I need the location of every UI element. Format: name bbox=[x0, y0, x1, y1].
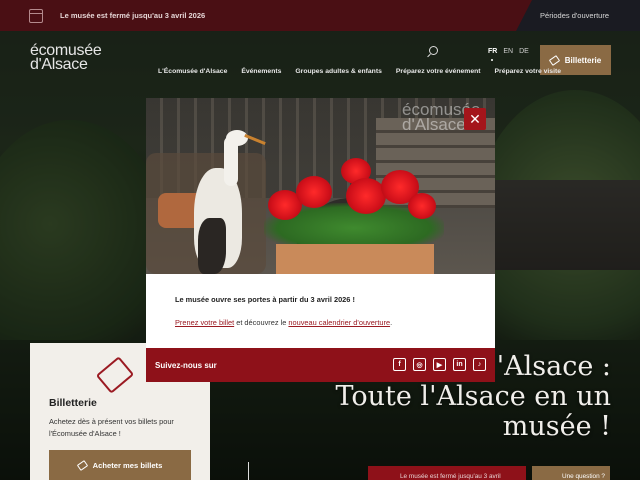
search-icon[interactable] bbox=[429, 46, 438, 55]
modal-title: Le musée ouvre ses portes à partir du 3 … bbox=[175, 295, 355, 304]
calendar-icon bbox=[29, 8, 43, 23]
question-button[interactable]: Une question ? bbox=[532, 466, 610, 480]
nav-item-groupes[interactable]: Groupes adultes & enfants bbox=[295, 68, 382, 75]
hero-line-3: musée ! bbox=[502, 411, 611, 442]
ticket-icon bbox=[76, 459, 88, 471]
ticket-icon bbox=[95, 356, 135, 394]
active-language-indicator bbox=[491, 59, 493, 61]
nav-item-preparez-visite[interactable]: Préparez votre visite bbox=[495, 68, 562, 75]
modal-footer: Suivez-nous sur f ◎ ▶ in ♪ bbox=[146, 348, 495, 382]
facebook-icon[interactable]: f bbox=[393, 358, 406, 371]
image-stork-head bbox=[226, 130, 248, 146]
social-links: f ◎ ▶ in ♪ bbox=[393, 358, 486, 371]
opening-periods-link[interactable]: Périodes d'ouverture bbox=[540, 11, 609, 20]
ticket-icon bbox=[548, 54, 560, 66]
nav-item-preparez-evenement[interactable]: Préparez votre événement bbox=[396, 68, 481, 75]
image-flower bbox=[346, 178, 386, 214]
announcement-modal: écomusée d'Alsace ✕ Le musée ouvre ses p… bbox=[146, 98, 495, 382]
image-flower bbox=[296, 176, 332, 208]
linkedin-icon[interactable]: in bbox=[453, 358, 466, 371]
youtube-icon[interactable]: ▶ bbox=[433, 358, 446, 371]
closure-alert: Le musée est fermé jusqu'au 3 avril 2026 bbox=[0, 0, 532, 31]
hero-line-2: Toute l'Alsace en un bbox=[335, 381, 611, 412]
nav-item-evenements[interactable]: Événements bbox=[241, 68, 281, 75]
site-logo[interactable]: écomusée d'Alsace bbox=[30, 43, 102, 73]
ticketing-button-label: Billetterie bbox=[564, 55, 602, 65]
buy-tickets-label: Acheter mes billets bbox=[92, 460, 163, 470]
opening-calendar-link[interactable]: nouveau calendrier d'ouverture bbox=[288, 318, 390, 327]
image-flower-pot bbox=[276, 244, 434, 274]
modal-body: Le musée ouvre ses portes à partir du 3 … bbox=[146, 274, 495, 348]
modal-image: écomusée d'Alsace ✕ bbox=[146, 98, 495, 274]
tiktok-icon[interactable]: ♪ bbox=[473, 358, 486, 371]
divider bbox=[248, 462, 249, 480]
modal-text: Prenez votre billet et découvrez le nouv… bbox=[175, 318, 466, 327]
ticketing-card-title: Billetterie bbox=[49, 397, 97, 409]
language-de[interactable]: DE bbox=[519, 48, 529, 55]
language-switcher: FR EN DE bbox=[488, 48, 529, 55]
language-fr[interactable]: FR bbox=[488, 48, 497, 55]
close-icon[interactable]: ✕ bbox=[464, 108, 486, 130]
book-ticket-link[interactable]: Prenez votre billet bbox=[175, 318, 234, 327]
alert-bar: Le musée est fermé jusqu'au 3 avril 2026… bbox=[0, 0, 640, 31]
language-en[interactable]: EN bbox=[503, 48, 513, 55]
buy-tickets-button[interactable]: Acheter mes billets bbox=[49, 450, 191, 480]
instagram-icon[interactable]: ◎ bbox=[413, 358, 426, 371]
follow-us-label: Suivez-nous sur bbox=[155, 360, 217, 370]
image-flower bbox=[408, 193, 436, 219]
image-stork-wing bbox=[198, 218, 226, 274]
closure-info-button[interactable]: Le musée est fermé jusqu'au 3 avril bbox=[368, 466, 526, 480]
main-nav: L'Écomusée d'Alsace Événements Groupes a… bbox=[158, 68, 561, 75]
modal-text-mid: et découvrez le bbox=[234, 318, 289, 327]
closure-message: Le musée est fermé jusqu'au 3 avril 2026 bbox=[60, 11, 206, 20]
ticketing-card-text: Achetez dès à présent vos billets pour l… bbox=[49, 417, 174, 438]
modal-text-end: . bbox=[390, 318, 393, 327]
logo-line-2: d'Alsace bbox=[30, 56, 88, 73]
nav-item-ecomusee[interactable]: L'Écomusée d'Alsace bbox=[158, 68, 227, 75]
